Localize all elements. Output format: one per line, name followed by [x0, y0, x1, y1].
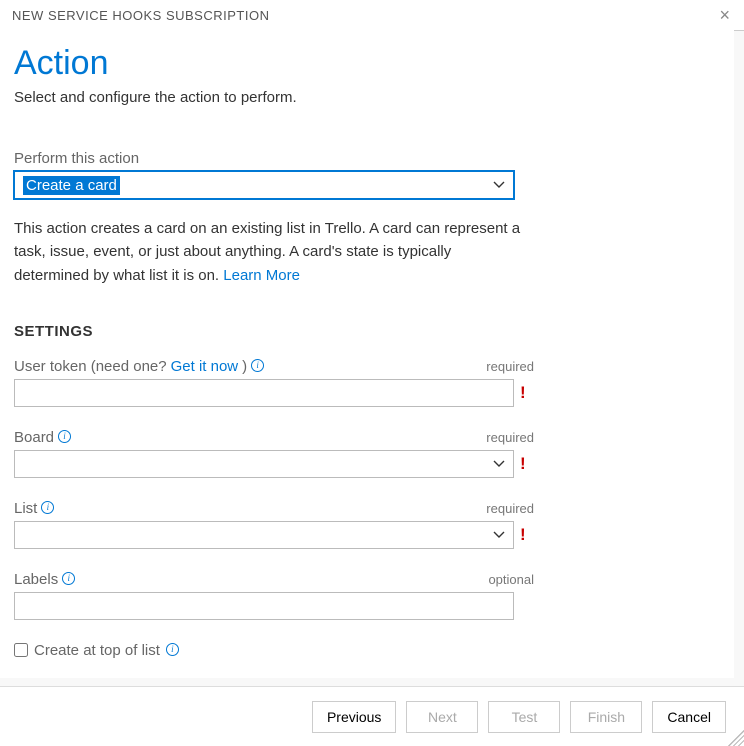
dialog-body[interactable]: Action Select and configure the action t…	[0, 30, 734, 678]
page-subtitle: Select and configure the action to perfo…	[14, 89, 720, 106]
info-icon[interactable]: i	[166, 643, 179, 656]
user-token-row: User token (need one? Get it now) i requ…	[14, 358, 534, 407]
action-label: Perform this action	[14, 150, 720, 167]
action-description: This action creates a card on an existin…	[14, 217, 524, 287]
resize-grip[interactable]	[728, 730, 744, 746]
error-icon: !	[520, 383, 526, 403]
get-it-now-link[interactable]: Get it now	[171, 358, 239, 375]
list-row: List i required !	[14, 500, 534, 549]
dialog-title: NEW SERVICE HOOKS SUBSCRIPTION	[12, 8, 269, 23]
close-icon[interactable]: ×	[715, 6, 734, 24]
user-token-input[interactable]	[14, 379, 514, 407]
board-row: Board i required !	[14, 429, 534, 478]
dialog-footer: Previous Next Test Finish Cancel	[0, 686, 744, 746]
finish-button[interactable]: Finish	[570, 701, 642, 733]
previous-button[interactable]: Previous	[312, 701, 396, 733]
info-icon[interactable]: i	[41, 501, 54, 514]
labels-row: Labels i optional	[14, 571, 534, 620]
info-icon[interactable]: i	[251, 359, 264, 372]
error-icon: !	[520, 525, 526, 545]
board-select[interactable]	[14, 450, 514, 478]
board-requirement: required	[486, 430, 534, 445]
labels-requirement: optional	[488, 572, 534, 587]
error-icon: !	[520, 454, 526, 474]
create-top-row[interactable]: Create at top of list i	[14, 642, 720, 659]
labels-label: Labels i	[14, 571, 75, 588]
create-top-checkbox[interactable]	[14, 643, 28, 657]
action-selected-value: Create a card	[23, 176, 120, 195]
test-button[interactable]: Test	[488, 701, 560, 733]
settings-heading: SETTINGS	[14, 323, 720, 340]
labels-input[interactable]	[14, 592, 514, 620]
info-icon[interactable]: i	[62, 572, 75, 585]
user-token-requirement: required	[486, 359, 534, 374]
create-top-label: Create at top of list	[34, 642, 160, 659]
page-heading: Action	[14, 44, 720, 83]
board-label: Board i	[14, 429, 71, 446]
learn-more-link[interactable]: Learn More	[223, 267, 300, 284]
list-label: List i	[14, 500, 54, 517]
action-select[interactable]: Create a card	[14, 171, 514, 199]
next-button[interactable]: Next	[406, 701, 478, 733]
cancel-button[interactable]: Cancel	[652, 701, 726, 733]
list-select[interactable]	[14, 521, 514, 549]
user-token-label: User token (need one? Get it now) i	[14, 358, 264, 375]
info-icon[interactable]: i	[58, 430, 71, 443]
dialog-header: NEW SERVICE HOOKS SUBSCRIPTION ×	[0, 0, 744, 31]
list-requirement: required	[486, 501, 534, 516]
